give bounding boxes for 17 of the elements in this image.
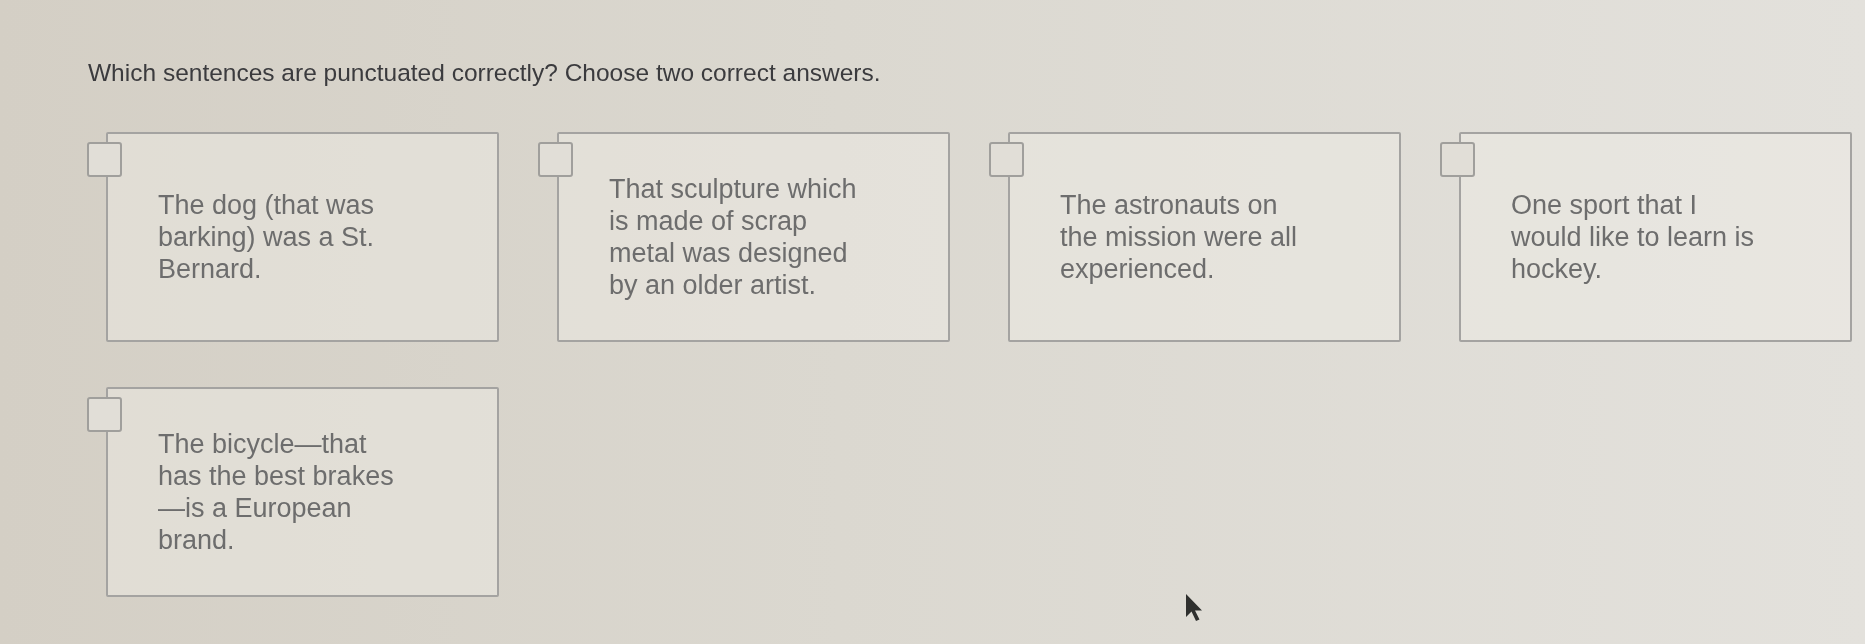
answer-card[interactable]: The astronauts on the mission were all experienced. [1008,132,1401,342]
answer-card[interactable]: The bicycle—that has the best brakes—is a European brand. [106,387,499,597]
cursor-icon [1185,593,1203,622]
checkbox[interactable] [87,142,122,177]
answer-text: The astronauts on the mission were all experienced. [1060,189,1299,285]
answer-text: The dog (that was barking) was a St. Bernard. [158,189,376,285]
checkbox[interactable] [989,142,1024,177]
checkbox[interactable] [538,142,573,177]
checkbox[interactable] [87,397,122,432]
checkbox[interactable] [1440,142,1475,177]
answer-text: That sculpture which is made of scrap metal was designed by an older artist. [609,173,858,301]
question-text: Which sentences are punctuated correctly? Choose two correct answers. [88,58,881,88]
answer-card[interactable]: The dog (that was barking) was a St. Bernard. [106,132,499,342]
answer-text: The bicycle—that has the best brakes—is a European brand. [158,428,395,556]
answer-card[interactable]: One sport that I would like to learn is hockey. [1459,132,1852,342]
answer-text: One sport that I would like to learn is hockey. [1511,189,1756,285]
answer-card[interactable]: That sculpture which is made of scrap metal was designed by an older artist. [557,132,950,342]
